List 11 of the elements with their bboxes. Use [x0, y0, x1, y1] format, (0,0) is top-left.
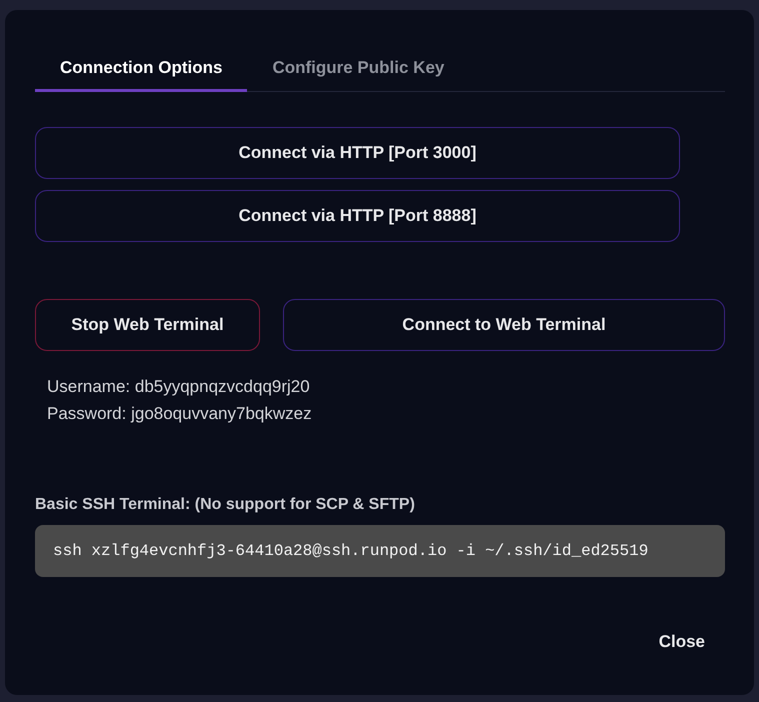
credential-text: Username: db5yyqpnqzvcdqq9rj20 — [47, 376, 311, 398]
ssh-command-block: ssh xzlfg4evcnhfj3-64410a28@ssh.runpod.io -i ~/.ssh/id_ed25519 — [35, 525, 725, 577]
tab[interactable]: Connection Options — [35, 50, 248, 92]
web-terminal-button[interactable]: Stop Web Terminal — [35, 299, 260, 351]
tab[interactable]: Configure Public Key — [247, 50, 470, 92]
connect-http-button[interactable]: Connect via HTTP [Port 3000] — [35, 127, 680, 179]
connect-http-button[interactable]: Connect via HTTP [Port 8888] — [35, 190, 680, 242]
web-terminal-button[interactable]: Connect to Web Terminal — [283, 299, 725, 351]
ssh-section-label: Basic SSH Terminal: (No support for SCP & SFTP) — [35, 495, 416, 515]
close-button[interactable]: Close — [638, 622, 725, 662]
credential-text: Password: jgo8oquvvany7bqkwzez — [47, 403, 313, 425]
